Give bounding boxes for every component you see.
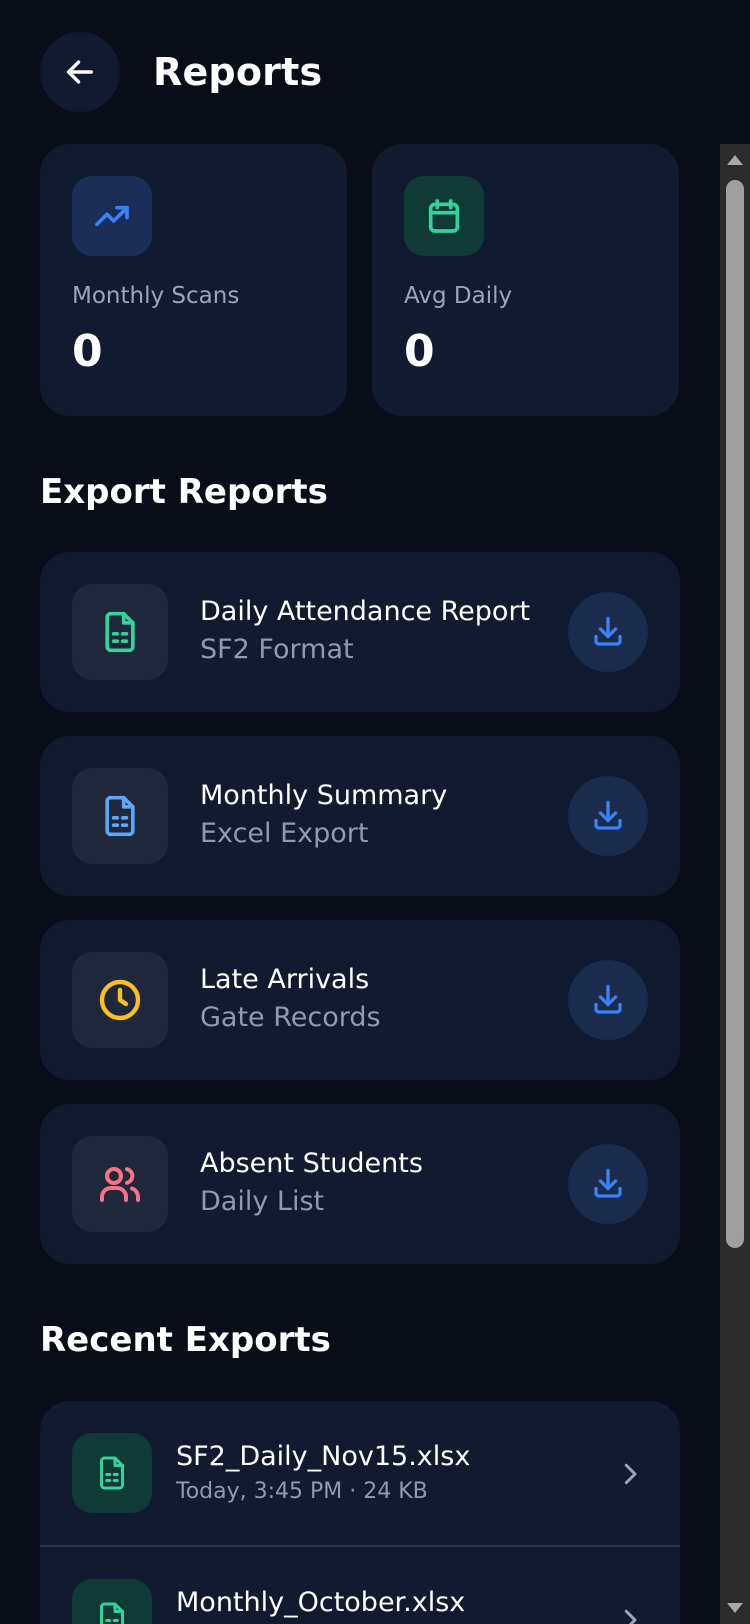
chevron-right-icon — [624, 1609, 637, 1624]
export-reports-heading: Export Reports — [40, 472, 328, 512]
scrollbar[interactable] — [720, 144, 750, 1624]
arrow-left-icon — [66, 60, 94, 84]
spreadsheet-file-icon — [72, 768, 168, 864]
download-button[interactable] — [568, 960, 648, 1040]
file-name: Monthly_October.xlsx — [176, 1587, 466, 1618]
export-item-late-arrivals[interactable]: Late Arrivals Gate Records — [40, 920, 680, 1080]
stat-card-monthly-scans: Monthly Scans 0 — [40, 144, 347, 416]
chevron-right-icon — [624, 1463, 637, 1485]
stat-value: 0 — [404, 326, 435, 377]
clock-icon — [72, 952, 168, 1048]
scroll-down-arrow-icon[interactable] — [720, 1596, 750, 1620]
download-button[interactable] — [568, 1144, 648, 1224]
trending-up-icon — [72, 176, 152, 256]
export-item-subtitle: Daily List — [200, 1186, 325, 1217]
download-icon — [594, 800, 622, 830]
calendar-icon — [404, 176, 484, 256]
download-icon — [594, 984, 622, 1014]
page-title: Reports — [153, 50, 323, 94]
recent-export-item[interactable]: Monthly_October.xlsx — [40, 1547, 680, 1624]
spreadsheet-file-icon — [72, 1433, 152, 1513]
recent-exports-heading: Recent Exports — [40, 1320, 331, 1360]
export-item-subtitle: Gate Records — [200, 1002, 381, 1033]
export-item-title: Absent Students — [200, 1148, 423, 1179]
recent-exports-list: SF2_Daily_Nov15.xlsx Today, 3:45 PM · 24… — [40, 1401, 680, 1624]
export-item-subtitle: Excel Export — [200, 818, 369, 849]
export-item-monthly-summary[interactable]: Monthly Summary Excel Export — [40, 736, 680, 896]
stat-label: Avg Daily — [404, 283, 513, 309]
download-icon — [594, 1168, 622, 1198]
stat-label: Monthly Scans — [72, 283, 240, 309]
reports-screen: Reports Monthly Scans 0 Avg Daily 0 Expo… — [0, 0, 750, 1624]
back-button[interactable] — [40, 32, 120, 112]
export-item-subtitle: SF2 Format — [200, 634, 354, 665]
stat-value: 0 — [72, 326, 103, 377]
spreadsheet-file-icon — [72, 584, 168, 680]
file-name: SF2_Daily_Nov15.xlsx — [176, 1441, 471, 1472]
spreadsheet-file-icon — [72, 1579, 152, 1624]
stat-card-avg-daily: Avg Daily 0 — [372, 144, 679, 416]
export-item-absent-students[interactable]: Absent Students Daily List — [40, 1104, 680, 1264]
export-item-title: Late Arrivals — [200, 964, 370, 995]
download-button[interactable] — [568, 776, 648, 856]
users-icon — [72, 1136, 168, 1232]
export-item-daily-attendance[interactable]: Daily Attendance Report SF2 Format — [40, 552, 680, 712]
export-item-title: Daily Attendance Report — [200, 596, 531, 627]
file-meta: Today, 3:45 PM · 24 KB — [176, 1479, 428, 1504]
scrollbar-thumb[interactable] — [726, 180, 744, 1248]
download-button[interactable] — [568, 592, 648, 672]
download-icon — [594, 616, 622, 646]
export-item-title: Monthly Summary — [200, 780, 448, 811]
scroll-up-arrow-icon[interactable] — [720, 148, 750, 172]
recent-export-item[interactable]: SF2_Daily_Nov15.xlsx Today, 3:45 PM · 24… — [40, 1401, 680, 1546]
